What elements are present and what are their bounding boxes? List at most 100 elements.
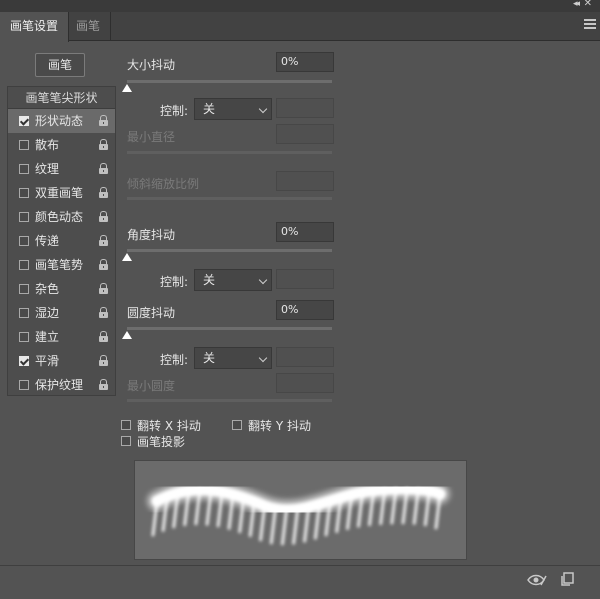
brush-option-item[interactable]: 杂色 (8, 277, 115, 301)
lock-icon[interactable] (99, 163, 108, 174)
collapse-panel-icon[interactable]: ◂◂ (573, 0, 580, 9)
close-panel-icon[interactable]: ✕ (584, 0, 592, 9)
brush-option-item[interactable]: 建立 (8, 325, 115, 349)
option-checkbox[interactable] (19, 356, 29, 366)
panel-menu-icon[interactable] (584, 19, 596, 29)
chevron-down-icon (258, 104, 268, 114)
flip-y-checkbox[interactable] (232, 420, 242, 430)
angle-control-label: 控制: (160, 275, 189, 289)
brush-option-item[interactable]: 纹理 (8, 157, 115, 181)
option-checkbox[interactable] (19, 140, 29, 150)
angle-jitter-label: 角度抖动 (127, 228, 176, 242)
tab-bar: 画笔设置 画笔 (0, 12, 600, 42)
min-diameter-label: 最小直径 (127, 130, 176, 144)
size-control-value: 关 (203, 102, 216, 116)
flip-y-label: 翻转 Y 抖动 (248, 419, 311, 433)
size-control-label: 控制: (160, 104, 189, 118)
size-jitter-slider[interactable] (127, 80, 332, 83)
roundness-jitter-slider[interactable] (127, 327, 332, 330)
create-new-brush-icon[interactable] (561, 572, 575, 586)
lock-icon[interactable] (99, 211, 108, 222)
brush-option-item[interactable]: 平滑 (8, 349, 115, 373)
option-checkbox[interactable] (19, 236, 29, 246)
lock-icon[interactable] (99, 331, 108, 342)
brush-option-item[interactable]: 形状动态 (8, 109, 115, 133)
brush-option-item[interactable]: 颜色动态 (8, 205, 115, 229)
option-checkbox[interactable] (19, 308, 29, 318)
lock-icon[interactable] (99, 187, 108, 198)
angle-control-value: 关 (203, 273, 216, 287)
panel-bottom-bar (0, 565, 600, 599)
roundness-jitter-input[interactable]: 0% (276, 300, 334, 320)
lock-icon[interactable] (99, 283, 108, 294)
option-label: 散布 (35, 138, 60, 152)
lock-icon[interactable] (99, 379, 108, 390)
brush-option-item[interactable]: 画笔笔势 (8, 253, 115, 277)
lock-icon[interactable] (99, 235, 108, 246)
lock-icon[interactable] (99, 307, 108, 318)
size-jitter-thumb[interactable] (122, 84, 132, 92)
roundness-control-label: 控制: (160, 353, 189, 367)
stroke-preview-graphic (147, 478, 450, 546)
panel-top-strip: ◂◂ ✕ (0, 0, 600, 12)
option-checkbox[interactable] (19, 260, 29, 270)
flip-x-label: 翻转 X 抖动 (137, 419, 201, 433)
angle-control-select[interactable]: 关 (194, 269, 272, 291)
brush-projection-label: 画笔投影 (137, 435, 186, 449)
angle-jitter-input[interactable]: 0% (276, 222, 334, 242)
min-diameter-slider (127, 151, 332, 154)
brush-option-item[interactable]: 传递 (8, 229, 115, 253)
brushes-button[interactable]: 画笔 (35, 53, 85, 77)
size-jitter-input[interactable]: 0% (276, 52, 334, 72)
option-checkbox[interactable] (19, 332, 29, 342)
brush-options-list: 画笔笔尖形状 形状动态散布纹理双重画笔颜色动态传递画笔笔势杂色湿边建立平滑保护纹… (7, 86, 116, 396)
roundness-jitter-label: 圆度抖动 (127, 306, 176, 320)
tilt-scale-slider (127, 197, 332, 200)
brush-projection-checkbox[interactable] (121, 436, 131, 446)
option-label: 杂色 (35, 282, 60, 296)
brush-tip-shape-item[interactable]: 画笔笔尖形状 (8, 87, 115, 109)
option-checkbox[interactable] (19, 380, 29, 390)
tab-brushes[interactable]: 画笔 (66, 12, 112, 41)
roundness-control-select[interactable]: 关 (194, 347, 272, 369)
flip-x-checkbox[interactable] (121, 420, 131, 430)
tilt-scale-label: 倾斜缩放比例 (127, 177, 200, 191)
size-control-select[interactable]: 关 (194, 98, 272, 120)
lock-icon[interactable] (99, 139, 108, 150)
option-label: 建立 (35, 330, 60, 344)
option-checkbox[interactable] (19, 116, 29, 126)
stroke-preview (134, 460, 467, 560)
size-jitter-label: 大小抖动 (127, 58, 176, 72)
angle-jitter-thumb[interactable] (122, 253, 132, 261)
roundness-jitter-thumb[interactable] (122, 331, 132, 339)
min-roundness-slider (127, 399, 332, 402)
option-label: 颜色动态 (35, 210, 84, 224)
min-roundness-input (276, 373, 334, 393)
lock-icon[interactable] (99, 355, 108, 366)
option-checkbox[interactable] (19, 164, 29, 174)
tab-brush-settings[interactable]: 画笔设置 (0, 12, 70, 42)
brush-option-item[interactable]: 保护纹理 (8, 373, 115, 397)
brush-option-item[interactable]: 散布 (8, 133, 115, 157)
option-checkbox[interactable] (19, 212, 29, 222)
option-label: 平滑 (35, 354, 60, 368)
brush-option-item[interactable]: 双重画笔 (8, 181, 115, 205)
roundness-control-field (276, 347, 334, 367)
lock-icon[interactable] (99, 259, 108, 270)
toggle-preview-icon[interactable] (527, 573, 547, 587)
min-roundness-label: 最小圆度 (127, 379, 176, 393)
lock-icon[interactable] (99, 115, 108, 126)
tilt-scale-input (276, 171, 334, 191)
option-checkbox[interactable] (19, 284, 29, 294)
option-label: 保护纹理 (35, 378, 84, 392)
option-checkbox[interactable] (19, 188, 29, 198)
angle-control-field (276, 269, 334, 289)
option-label: 传递 (35, 234, 60, 248)
option-label: 双重画笔 (35, 186, 84, 200)
option-label: 湿边 (35, 306, 60, 320)
option-label: 画笔笔势 (35, 258, 84, 272)
brush-option-item[interactable]: 湿边 (8, 301, 115, 325)
size-control-field (276, 98, 334, 118)
angle-jitter-slider[interactable] (127, 249, 332, 252)
roundness-control-value: 关 (203, 351, 216, 365)
